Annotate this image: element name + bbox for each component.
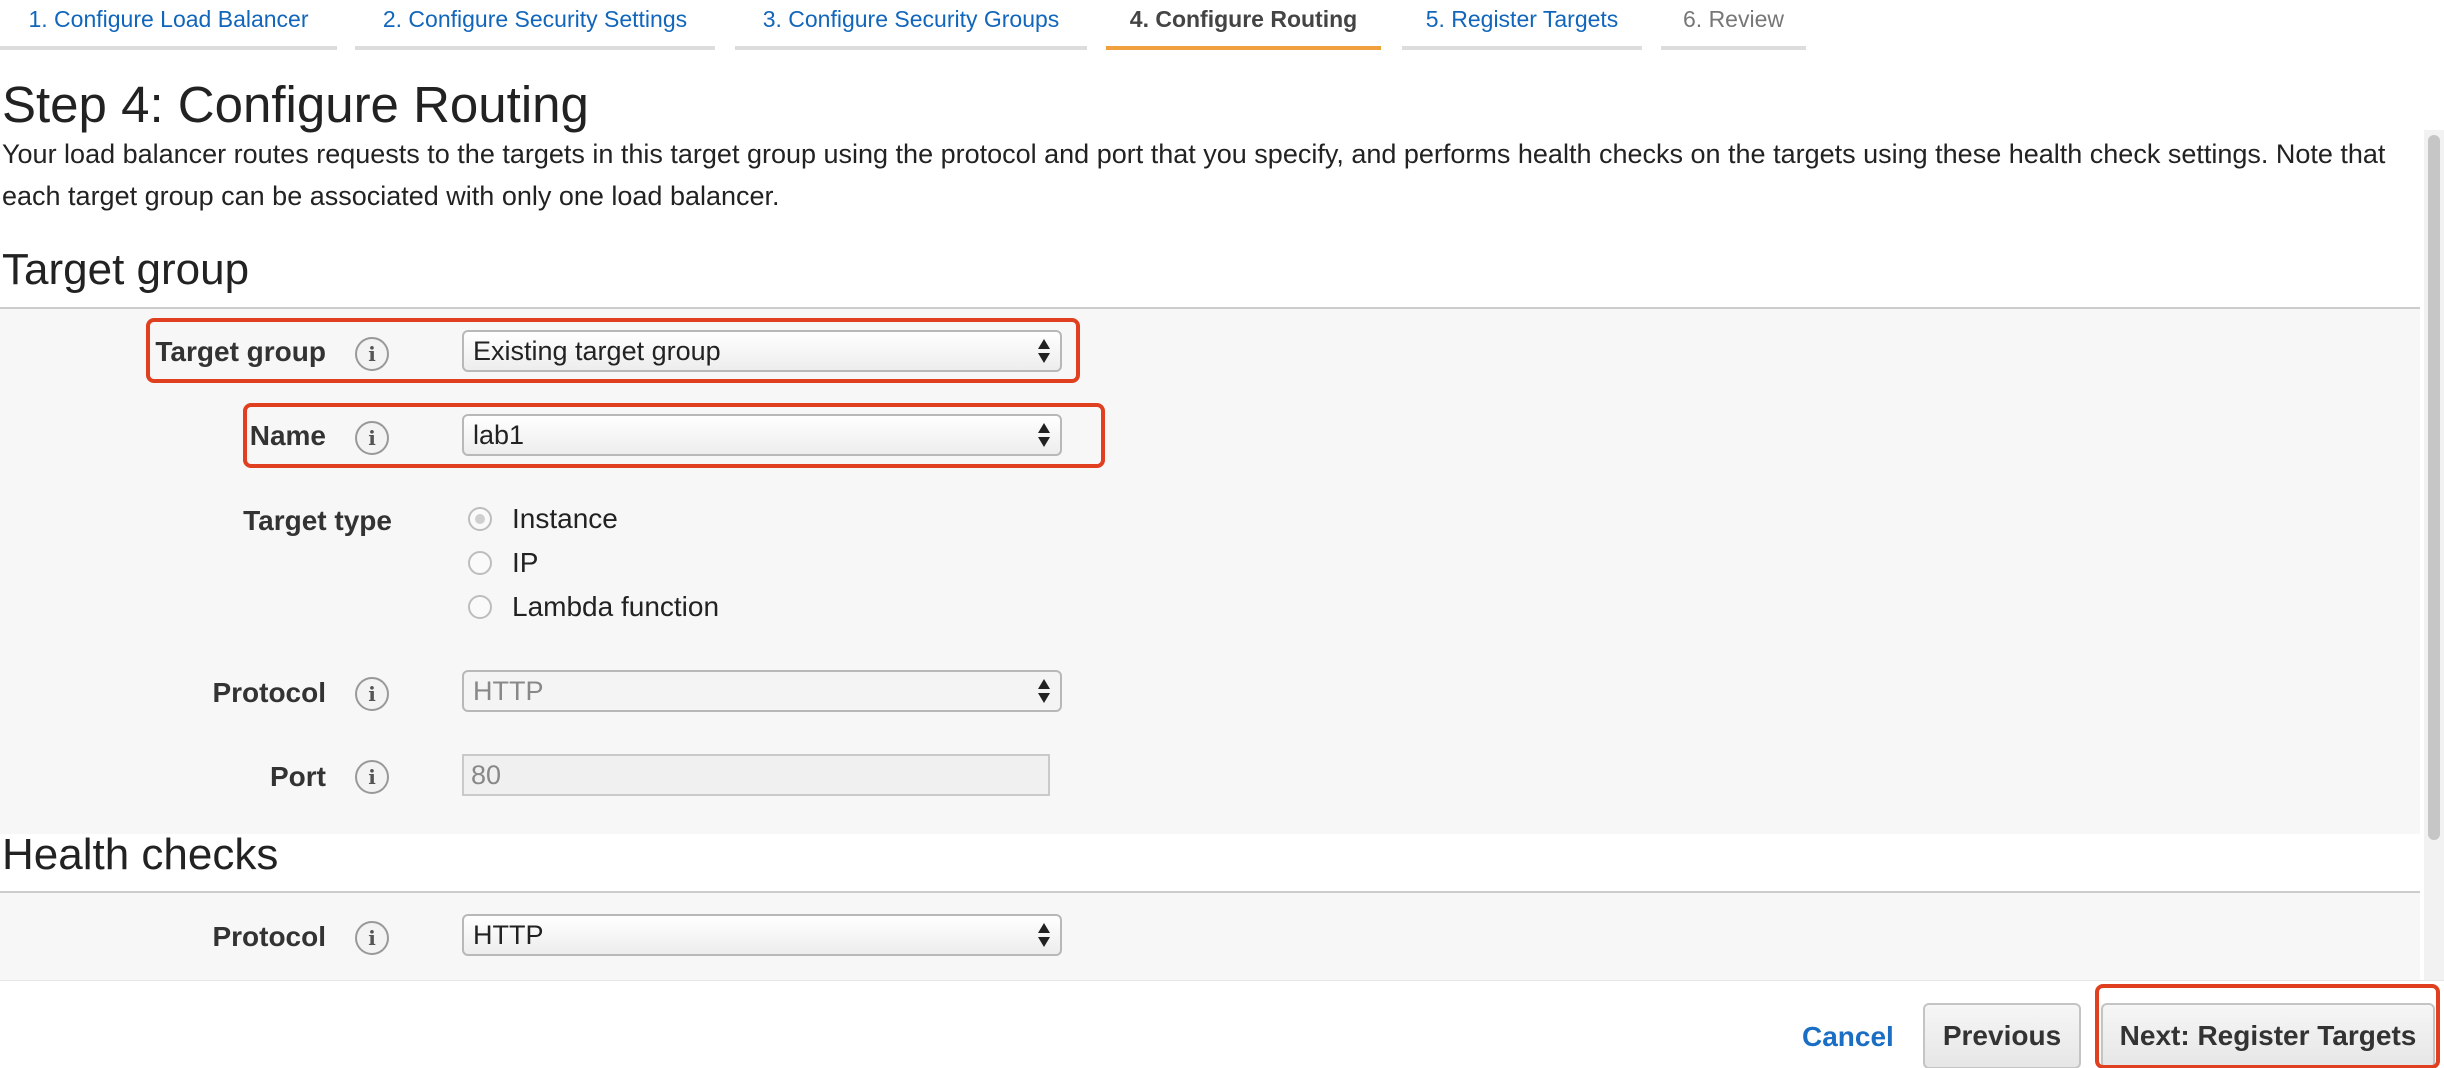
target-group-form <box>0 309 2420 834</box>
tab-review: 6. Review <box>1661 0 1806 50</box>
tab-configure-routing[interactable]: 4. Configure Routing <box>1106 0 1381 50</box>
highlight-next-button <box>2095 984 2440 1068</box>
info-icon[interactable]: i <box>355 677 389 711</box>
scrollbar-thumb[interactable] <box>2428 135 2440 840</box>
wizard-tabs: 1. Configure Load Balancer 2. Configure … <box>0 0 2444 52</box>
radio-instance[interactable]: Instance <box>468 503 618 535</box>
protocol-select: HTTP <box>462 670 1062 712</box>
highlight-target-group <box>146 318 1080 383</box>
radio-lambda-function[interactable]: Lambda function <box>468 591 719 623</box>
protocol-label: Protocol <box>212 677 326 708</box>
health-check-protocol-label: Protocol <box>212 921 326 952</box>
radio-button[interactable] <box>468 551 492 575</box>
port-input: 80 <box>462 754 1050 796</box>
radio-label: Instance <box>512 503 618 534</box>
radio-button[interactable] <box>468 595 492 619</box>
tab-configure-security-groups[interactable]: 3. Configure Security Groups <box>735 0 1087 50</box>
protocol-select-value: HTTP <box>473 675 544 706</box>
section-title-health-checks: Health checks <box>2 830 279 879</box>
info-icon[interactable]: i <box>355 760 389 794</box>
tab-register-targets[interactable]: 5. Register Targets <box>1402 0 1642 50</box>
wizard-footer: Cancel Previous Next: Register Targets <box>0 980 2444 1068</box>
info-icon[interactable]: i <box>355 921 389 955</box>
radio-label: IP <box>512 547 539 578</box>
page-intro: Your load balancer routes requests to th… <box>2 139 2386 211</box>
sort-arrows-icon <box>1038 679 1050 703</box>
cancel-button[interactable]: Cancel <box>1802 1021 1894 1053</box>
radio-ip[interactable]: IP <box>468 547 538 579</box>
target-type-label: Target type <box>243 505 392 536</box>
section-title-target-group: Target group <box>2 245 250 294</box>
radio-button[interactable] <box>468 507 492 531</box>
radio-label: Lambda function <box>512 591 720 622</box>
sort-arrows-icon <box>1038 923 1050 947</box>
health-check-protocol-select[interactable]: HTTP <box>462 914 1062 956</box>
highlight-name <box>243 403 1105 468</box>
tab-configure-security-settings[interactable]: 2. Configure Security Settings <box>355 0 715 50</box>
tab-configure-load-balancer[interactable]: 1. Configure Load Balancer <box>0 0 337 50</box>
health-check-protocol-value: HTTP <box>473 919 544 950</box>
page-title: Step 4: Configure Routing <box>2 76 589 133</box>
port-label: Port <box>270 761 326 792</box>
previous-button[interactable]: Previous <box>1923 1003 2081 1068</box>
port-input-value: 80 <box>471 759 502 790</box>
